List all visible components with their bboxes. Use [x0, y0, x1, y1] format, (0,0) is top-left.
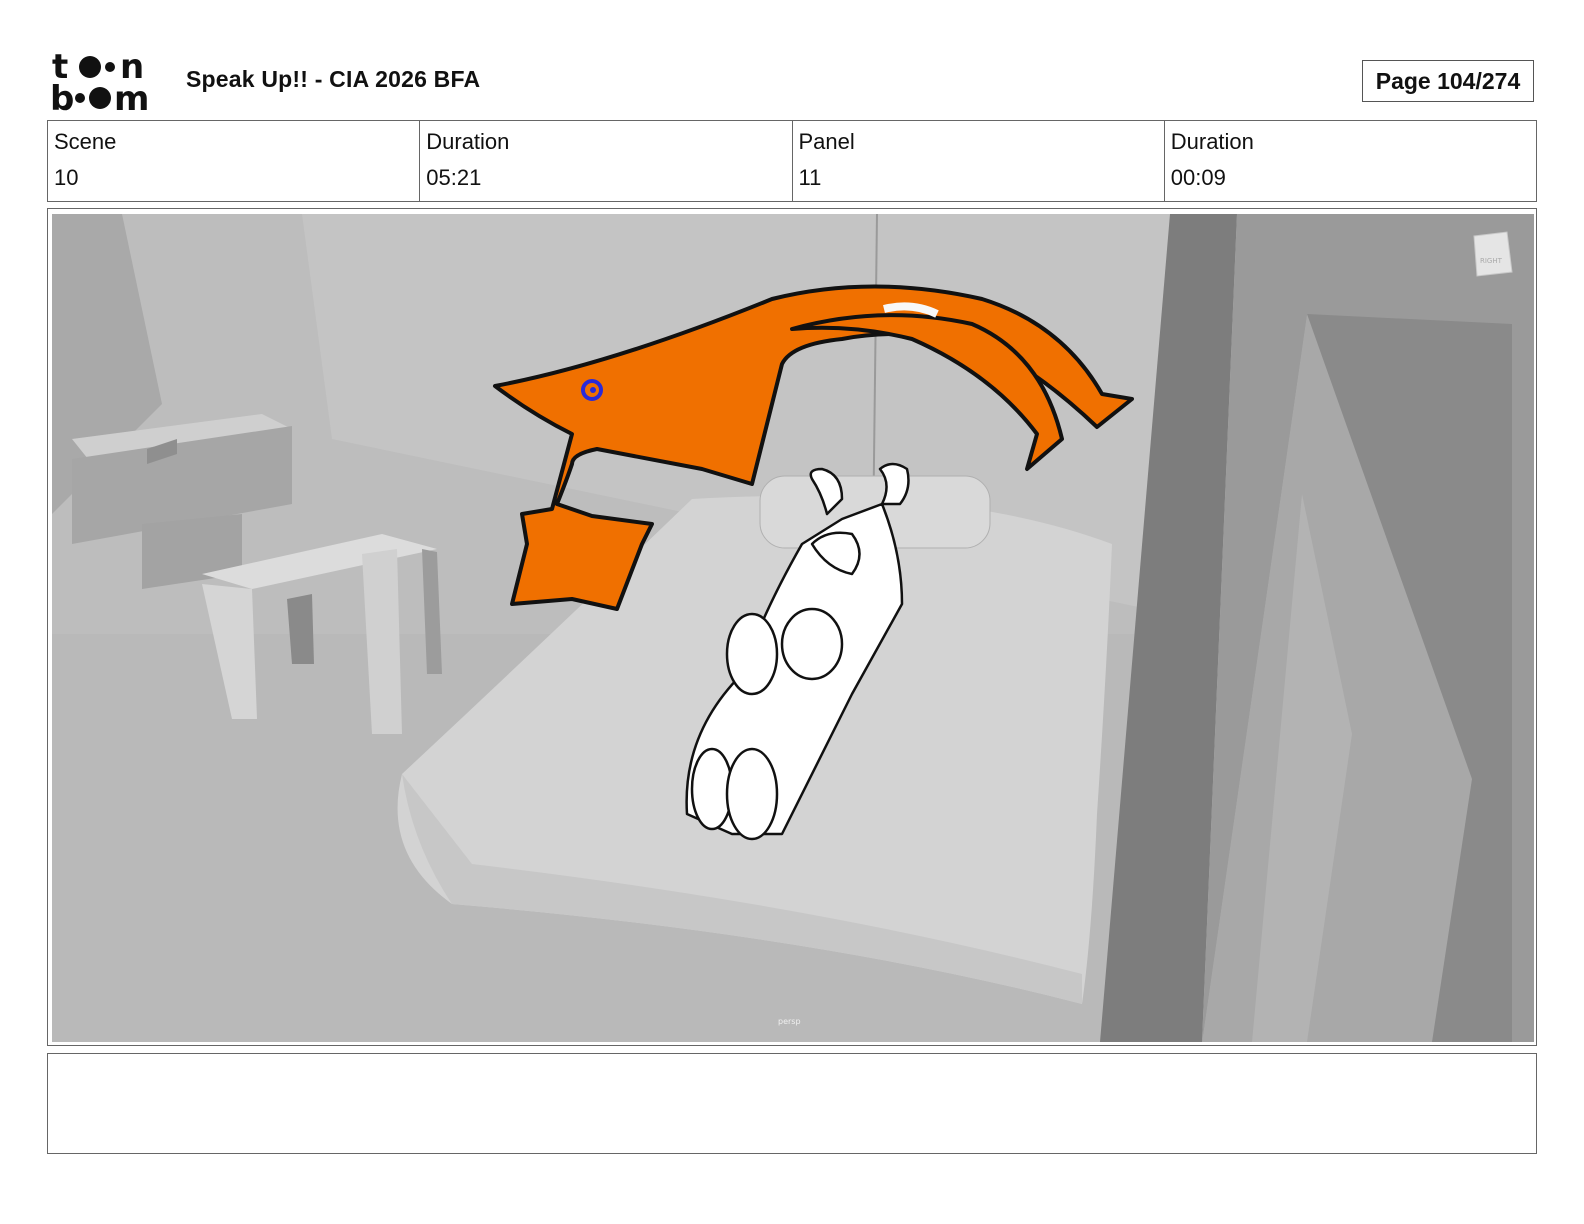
panel-notes-box[interactable] — [47, 1053, 1537, 1154]
view-cube-widget[interactable]: RIGHT — [1473, 231, 1513, 277]
scene-label: Scene — [54, 129, 117, 154]
scene-duration-label: Duration — [426, 129, 510, 154]
toon-boom-logo: t n b m — [50, 50, 149, 112]
svg-text:m: m — [114, 79, 149, 112]
svg-text:b: b — [50, 79, 74, 112]
panel-duration-label: Duration — [1170, 129, 1254, 154]
scene-value: 10 — [54, 165, 79, 190]
panel-label: Panel — [798, 129, 855, 154]
panel-duration-cell: Duration 00:09 — [1165, 121, 1536, 201]
storyboard-panel-image: RIGHT persp — [52, 214, 1534, 1042]
panel-value: 11 — [798, 165, 822, 190]
scene-cell: Scene 10 — [48, 121, 421, 201]
panel-cell: Panel 11 — [793, 121, 1165, 201]
page-indicator: Page 104/274 — [1362, 60, 1534, 102]
view-cube-label: RIGHT — [1480, 257, 1503, 265]
panel-duration-value: 00:09 — [1170, 165, 1226, 190]
document-title: Speak Up!! - CIA 2026 BFA — [186, 66, 481, 92]
scene-duration-cell: Duration 05:21 — [420, 121, 793, 201]
scene-info-table: Scene 10 Duration 05:21 Panel 11 Duratio… — [47, 120, 1537, 202]
scene-duration-value: 05:21 — [426, 165, 482, 190]
camera-label: persp — [778, 1017, 801, 1026]
